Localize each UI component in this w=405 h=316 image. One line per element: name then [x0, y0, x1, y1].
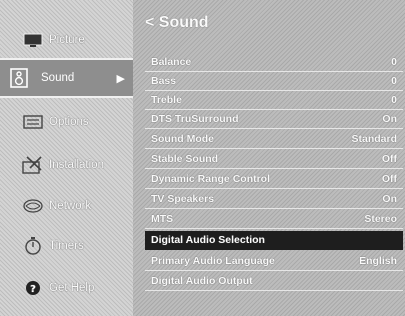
- menu-row-treble[interactable]: Treble 0: [145, 91, 403, 110]
- sidebar-item-sound[interactable]: Sound ▶: [0, 58, 133, 98]
- network-icon: [22, 195, 44, 217]
- picture-icon: [22, 29, 44, 51]
- menu-row-bass[interactable]: Bass 0: [145, 72, 403, 91]
- help-icon: ?: [22, 277, 44, 299]
- menu-row-digital-audio-selection[interactable]: Digital Audio Selection: [145, 231, 403, 250]
- menu-row-mts[interactable]: MTS Stereo: [145, 210, 403, 229]
- menu-row-stable-sound[interactable]: Stable Sound Off: [145, 150, 403, 169]
- sidebar-item-label: Network: [49, 200, 92, 212]
- sound-menu-panel: < Sound Balance 0 Bass 0 Treble 0 DTS TruSu…: [133, 0, 405, 316]
- sidebar-item-label: Timers: [49, 240, 84, 252]
- installation-icon: [22, 154, 44, 176]
- menu-row-dynamic-range-control[interactable]: Dynamic Range Control Off: [145, 170, 403, 189]
- sidebar-item-label: Sound: [41, 72, 75, 84]
- svg-text:?: ?: [30, 284, 36, 295]
- sidebar-item-timers[interactable]: Timers: [0, 226, 133, 266]
- sidebar-item-label: Installation: [49, 159, 104, 171]
- sidebar-item-label: Options: [49, 116, 89, 128]
- sidebar-item-label: Get Help: [49, 282, 95, 294]
- page-title[interactable]: < Sound: [145, 14, 209, 32]
- menu-row-digital-audio-output[interactable]: Digital Audio Output: [145, 272, 403, 291]
- sidebar-item-network[interactable]: Network: [0, 186, 133, 226]
- sidebar-item-options[interactable]: Options: [0, 102, 133, 142]
- tv-settings-screen: Picture Sound ▶ Options Installation Net…: [0, 0, 405, 316]
- timer-icon: [22, 235, 44, 257]
- menu-row-primary-audio-language[interactable]: Primary Audio Language English: [145, 252, 403, 271]
- menu-row-sound-mode[interactable]: Sound Mode Standard: [145, 130, 403, 149]
- speaker-icon: [8, 67, 30, 89]
- options-icon: [22, 111, 44, 133]
- sidebar: Picture Sound ▶ Options Installation Net…: [0, 0, 133, 316]
- menu-row-balance[interactable]: Balance 0: [145, 53, 403, 72]
- menu-row-dts-trusurround[interactable]: DTS TruSurround On: [145, 110, 403, 129]
- sidebar-item-picture[interactable]: Picture: [0, 20, 133, 60]
- sidebar-item-label: Picture: [49, 34, 85, 46]
- sidebar-item-get-help[interactable]: ? Get Help: [0, 268, 133, 308]
- sidebar-item-installation[interactable]: Installation: [0, 145, 133, 185]
- menu-row-tv-speakers[interactable]: TV Speakers On: [145, 190, 403, 209]
- chevron-right-icon: ▶: [116, 72, 125, 85]
